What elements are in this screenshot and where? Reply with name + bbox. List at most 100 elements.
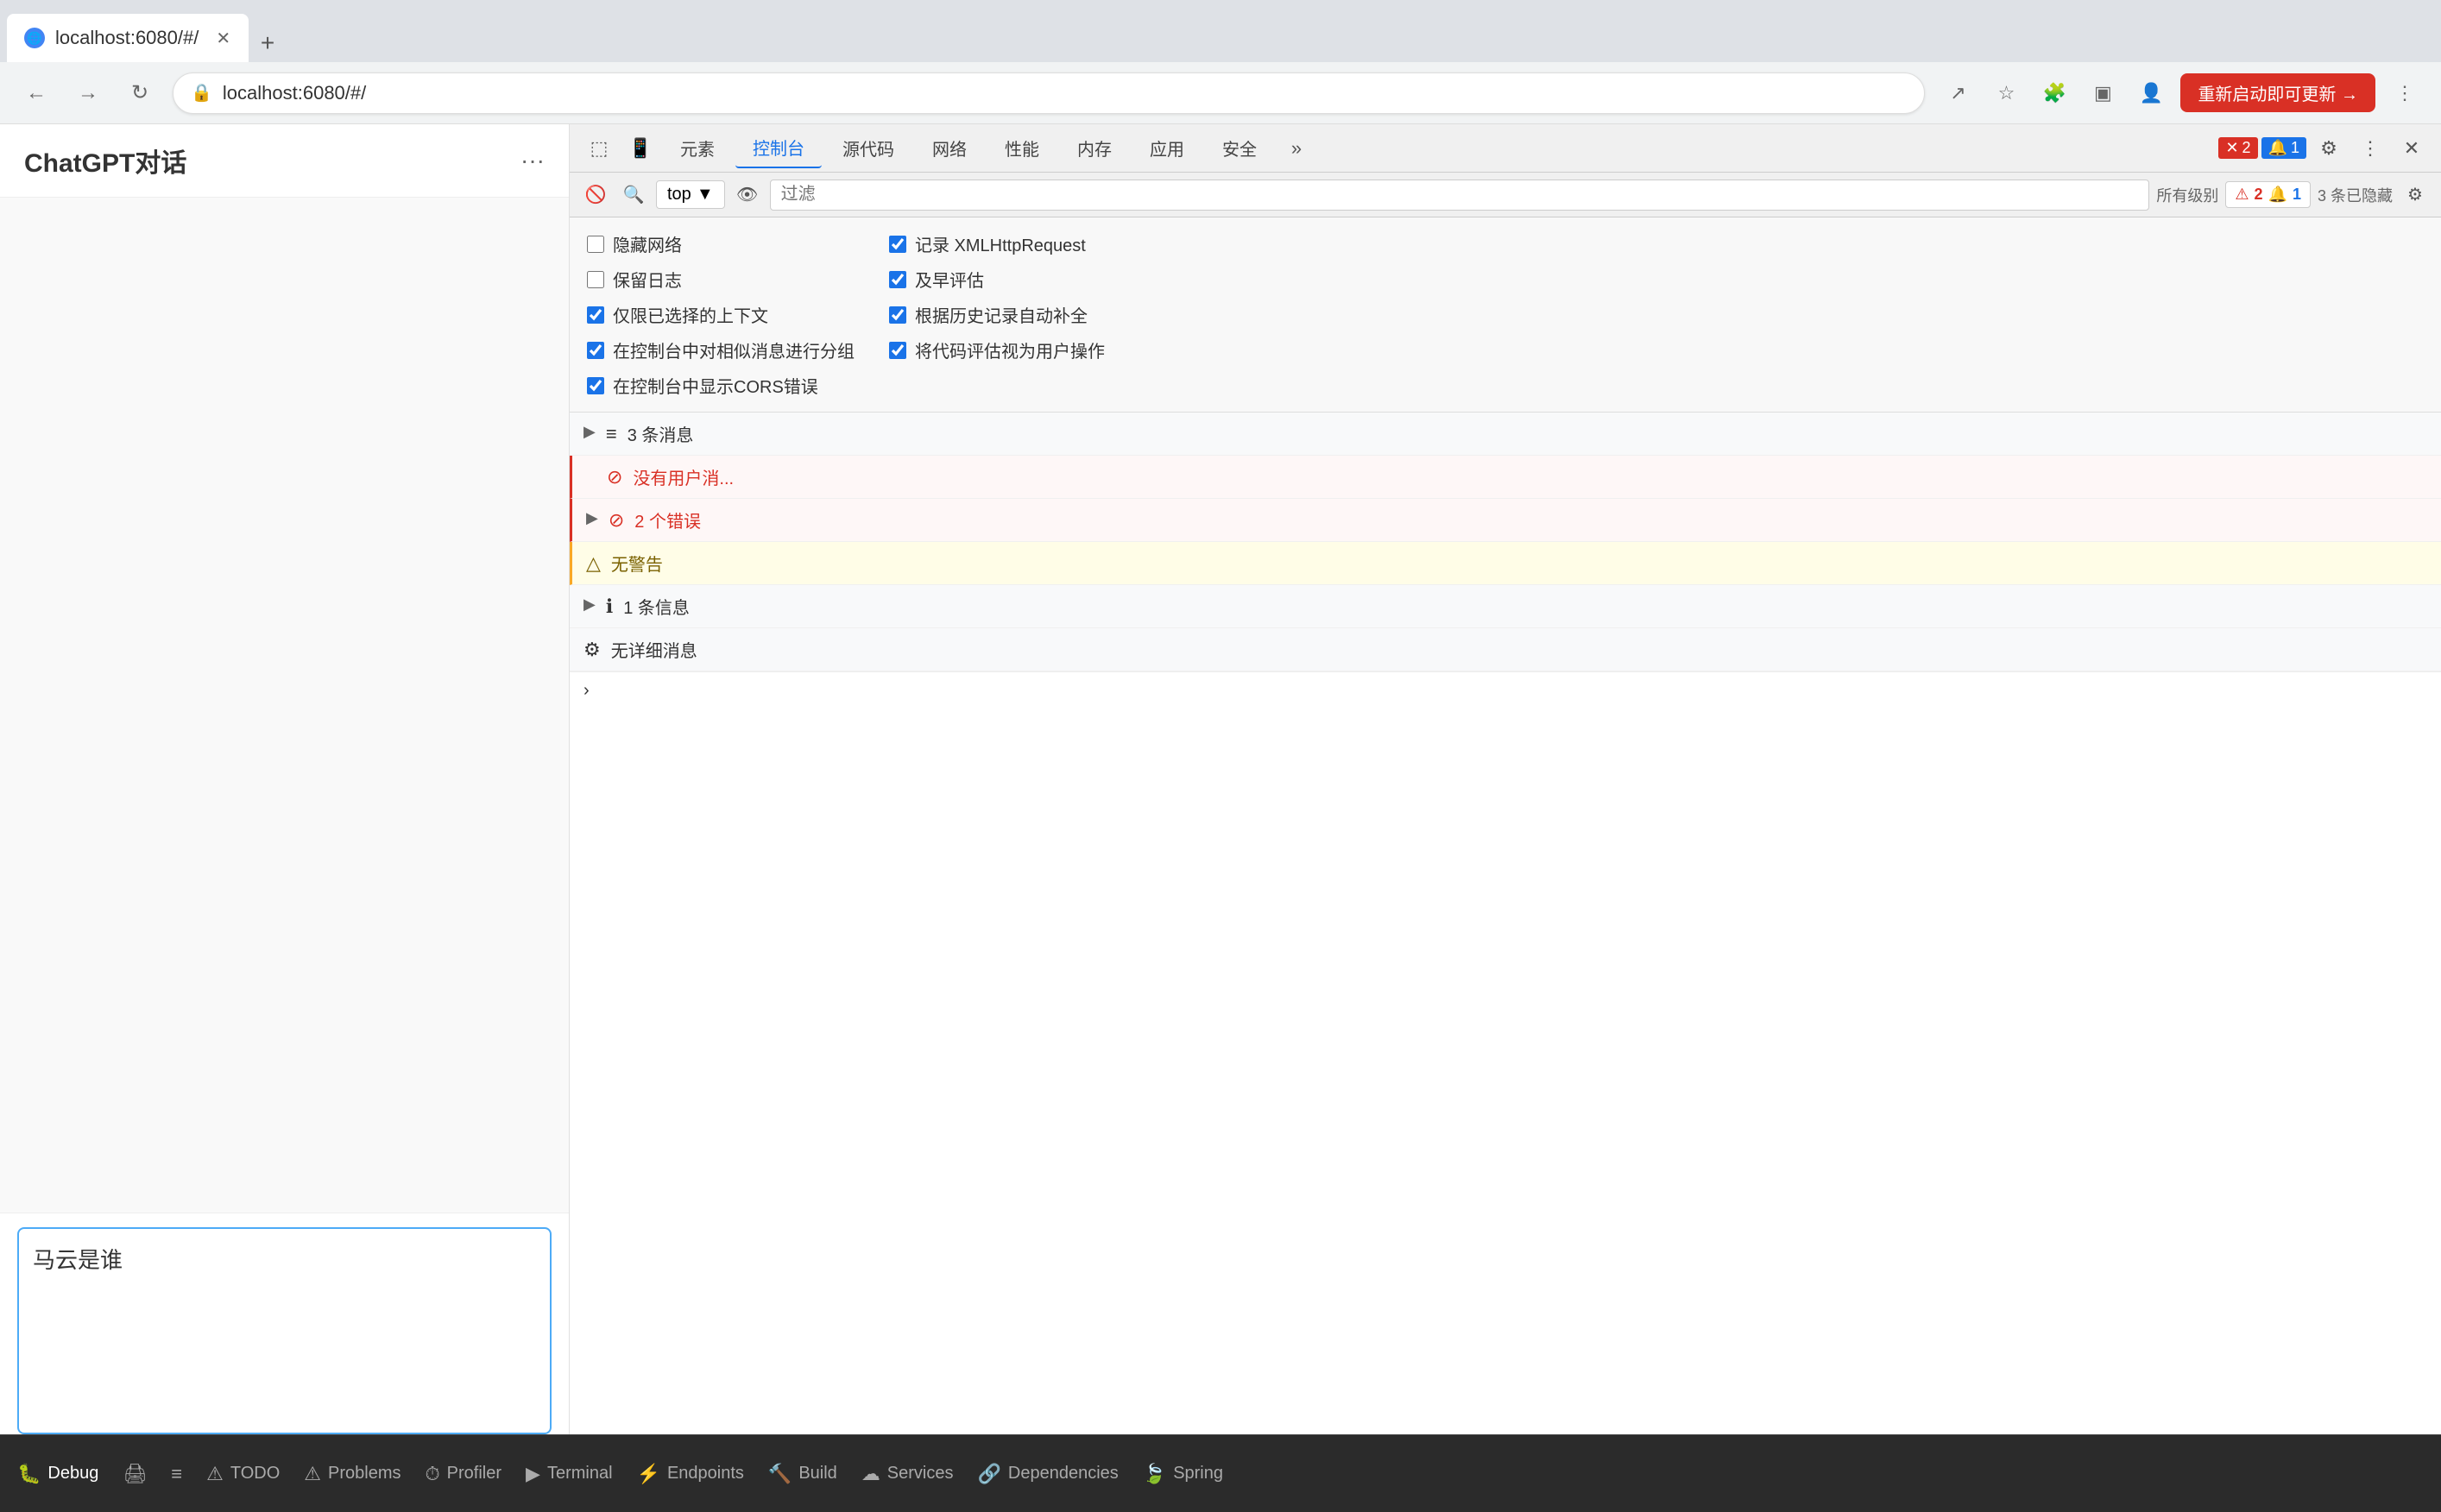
bottom-services[interactable]: ☁ Services bbox=[861, 1463, 954, 1485]
error-icon-2: ⊘ bbox=[609, 509, 624, 532]
endpoints-icon: ⚡ bbox=[637, 1463, 660, 1485]
msg-row-verbose[interactable]: ⚙ 无详细消息 bbox=[570, 628, 2441, 671]
extensions-icon[interactable]: 🧩 bbox=[2035, 74, 2073, 112]
refresh-button[interactable]: ↻ bbox=[121, 74, 159, 112]
tab-network[interactable]: 网络 bbox=[915, 129, 984, 167]
chat-input[interactable]: 马云是谁 bbox=[17, 1227, 552, 1434]
expand-arrow-3: ▶ bbox=[583, 595, 596, 614]
browser-tab[interactable]: 🌐 localhost:6080/#/ ✕ bbox=[7, 14, 249, 62]
msg-row-messages[interactable]: ▶ ≡ 3 条消息 bbox=[570, 413, 2441, 456]
option-preserve-log: 保留日志 bbox=[587, 267, 855, 292]
context-selector[interactable]: top ▼ bbox=[656, 180, 725, 209]
msg-text-no-user: 没有用户消... bbox=[633, 464, 2427, 489]
close-devtools-icon[interactable]: ✕ bbox=[2393, 129, 2431, 167]
error-badge: ✕2 bbox=[2218, 137, 2257, 159]
info-icon: ℹ bbox=[606, 595, 613, 618]
bottom-todo[interactable]: ⚠ TODO bbox=[206, 1463, 280, 1485]
msg-text-messages: 3 条消息 bbox=[628, 421, 2427, 446]
more-options-icon[interactable]: ⋮ bbox=[2386, 74, 2424, 112]
tab-performance[interactable]: 性能 bbox=[987, 129, 1057, 167]
app-menu-button[interactable]: ··· bbox=[520, 147, 545, 174]
option-autocomplete: 根据历史记录自动补全 bbox=[889, 302, 1105, 327]
sidebar-toggle-icon[interactable]: ▣ bbox=[2084, 74, 2122, 112]
tab-bar: 🌐 localhost:6080/#/ ✕ + bbox=[0, 0, 2441, 62]
bottom-endpoints[interactable]: ⚡ Endpoints bbox=[637, 1463, 744, 1485]
more-devtools-icon[interactable]: ⋮ bbox=[2351, 129, 2389, 167]
back-button[interactable]: ← bbox=[17, 74, 55, 112]
share-icon[interactable]: ↗ bbox=[1939, 74, 1977, 112]
dependencies-icon: 🔗 bbox=[978, 1463, 1001, 1485]
log-xhr-checkbox[interactable] bbox=[889, 236, 906, 253]
group-similar-checkbox[interactable] bbox=[587, 342, 604, 359]
bottom-dependencies[interactable]: 🔗 Dependencies bbox=[978, 1463, 1119, 1485]
option-show-cors: 在控制台中显示CORS错误 bbox=[587, 373, 855, 398]
tab-sources[interactable]: 源代码 bbox=[825, 129, 911, 167]
console-options: 隐藏网络 保留日志 仅限已选择的上下文 在控制台中对相似消息进行分组 在控制台中… bbox=[570, 217, 2441, 413]
devtools-panel: ⬚ 📱 元素 控制台 源代码 网络 性能 内存 应用 安全 » ✕2 🔔1 ⚙ … bbox=[570, 124, 2441, 1512]
app-header: ChatGPT对话 ··· bbox=[0, 124, 569, 198]
eye-icon[interactable]: 👁 bbox=[732, 180, 763, 211]
nav-bar: ← → ↻ 🔒 localhost:6080/#/ ↗ ☆ 🧩 ▣ 👤 重新启动… bbox=[0, 62, 2441, 124]
tab-console[interactable]: 控制台 bbox=[735, 128, 822, 168]
bottom-spring[interactable]: 🍃 Spring bbox=[1143, 1463, 1223, 1485]
hidden-count: 3 条已隐藏 bbox=[2318, 184, 2393, 206]
hide-network-checkbox[interactable] bbox=[587, 236, 604, 253]
tab-security[interactable]: 安全 bbox=[1205, 129, 1274, 167]
bottom-bar: 🐛 Debug 🖨 ≡ ⚠ TODO ⚠ Problems ⏱ Profiler… bbox=[0, 1434, 2441, 1512]
issue-badge: ⚠ 2 🔔 1 bbox=[2225, 181, 2311, 208]
tab-memory[interactable]: 内存 bbox=[1060, 129, 1129, 167]
tab-application[interactable]: 应用 bbox=[1132, 129, 1202, 167]
level-selector[interactable]: 所有级别 bbox=[2156, 184, 2218, 206]
early-eval-checkbox[interactable] bbox=[889, 271, 906, 288]
bookmark-icon[interactable]: ☆ bbox=[1987, 74, 2025, 112]
nav-icons: ↗ ☆ 🧩 ▣ 👤 重新启动即可更新 → ⋮ bbox=[1939, 73, 2424, 112]
warning-icon: △ bbox=[586, 552, 601, 575]
address-bar[interactable]: 🔒 localhost:6080/#/ bbox=[173, 72, 1925, 114]
expand-arrow: ▶ bbox=[583, 423, 596, 441]
profile-icon[interactable]: 👤 bbox=[2132, 74, 2170, 112]
more-tabs-icon[interactable]: » bbox=[1277, 129, 1315, 167]
main-content: ChatGPT对话 ··· 马云是谁 按下Enter发送内容 发送 还可以输入1… bbox=[0, 124, 2441, 1512]
app-panel: ChatGPT对话 ··· 马云是谁 按下Enter发送内容 发送 还可以输入1… bbox=[0, 124, 570, 1512]
option-treat-as-user: 将代码评估视为用户操作 bbox=[889, 337, 1105, 362]
forward-button[interactable]: → bbox=[69, 74, 107, 112]
msg-text-warning: 无警告 bbox=[611, 551, 2427, 576]
chat-area bbox=[0, 198, 569, 1213]
console-filter-icon[interactable]: 🔍 bbox=[618, 180, 649, 211]
msg-row-warning[interactable]: △ 无警告 bbox=[570, 542, 2441, 585]
msg-row-info[interactable]: ▶ ℹ 1 条信息 bbox=[570, 585, 2441, 628]
build-icon: 🔨 bbox=[768, 1463, 792, 1485]
selected-context-checkbox[interactable] bbox=[587, 306, 604, 324]
console-prompt: › bbox=[570, 671, 2441, 709]
bottom-print[interactable]: 🖨 bbox=[123, 1463, 147, 1485]
app-title: ChatGPT对话 bbox=[24, 142, 186, 180]
tab-close-btn[interactable]: ✕ bbox=[216, 28, 230, 49]
spring-icon: 🍃 bbox=[1143, 1463, 1166, 1485]
options-col-right: 记录 XMLHttpRequest 及早评估 根据历史记录自动补全 将代码评估视… bbox=[889, 231, 1105, 398]
bottom-profiler[interactable]: ⏱ Profiler bbox=[426, 1463, 502, 1485]
bottom-build[interactable]: 🔨 Build bbox=[768, 1463, 837, 1485]
filter-input[interactable] bbox=[770, 180, 2150, 211]
treat-as-user-checkbox[interactable] bbox=[889, 342, 906, 359]
inspect-element-icon[interactable]: ⬚ bbox=[580, 129, 618, 167]
option-hide-network: 隐藏网络 bbox=[587, 231, 855, 256]
option-group-similar: 在控制台中对相似消息进行分组 bbox=[587, 337, 855, 362]
new-tab-button[interactable]: + bbox=[249, 24, 287, 62]
console-settings-icon[interactable]: ⚙ bbox=[2400, 180, 2431, 211]
msg-row-2errors[interactable]: ▶ ⊘ 2 个错误 bbox=[570, 499, 2441, 542]
bottom-list[interactable]: ≡ bbox=[171, 1463, 182, 1485]
show-cors-checkbox[interactable] bbox=[587, 377, 604, 394]
preserve-log-checkbox[interactable] bbox=[587, 271, 604, 288]
msg-row-no-user[interactable]: ⊘ 没有用户消... bbox=[570, 456, 2441, 499]
restart-button[interactable]: 重新启动即可更新 → bbox=[2180, 73, 2375, 112]
bottom-problems[interactable]: ⚠ Problems bbox=[304, 1463, 401, 1485]
device-toolbar-icon[interactable]: 📱 bbox=[621, 129, 659, 167]
bottom-debug[interactable]: 🐛 Debug bbox=[17, 1463, 98, 1485]
bottom-terminal[interactable]: ▶ Terminal bbox=[526, 1463, 613, 1485]
expand-arrow-2: ▶ bbox=[586, 509, 598, 527]
tab-elements[interactable]: 元素 bbox=[663, 129, 732, 167]
clear-console-icon[interactable]: 🚫 bbox=[580, 180, 611, 211]
settings-icon[interactable]: ⚙ bbox=[2310, 129, 2348, 167]
msg-text-2errors: 2 个错误 bbox=[634, 507, 2427, 532]
autocomplete-checkbox[interactable] bbox=[889, 306, 906, 324]
